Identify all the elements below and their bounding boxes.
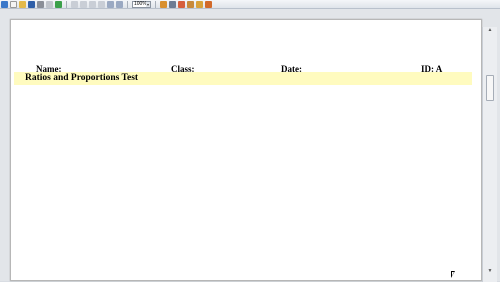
document-area: Name: Class: Date: ID: A Ratios and Prop… xyxy=(0,9,500,282)
scroll-up-icon[interactable]: ▲ xyxy=(486,27,494,33)
palette-icon[interactable] xyxy=(178,0,185,8)
edit-icon[interactable] xyxy=(1,0,8,8)
format-icon[interactable] xyxy=(160,0,167,8)
grid-icon[interactable] xyxy=(116,0,123,8)
mouse-cursor-icon xyxy=(451,271,455,278)
undo-icon[interactable] xyxy=(71,0,78,8)
document-page[interactable]: Name: Class: Date: ID: A xyxy=(10,19,482,281)
list-icon[interactable] xyxy=(169,0,176,8)
gear-icon[interactable] xyxy=(196,0,203,8)
help-icon[interactable] xyxy=(205,0,212,8)
new-document-icon[interactable] xyxy=(10,0,17,8)
chevron-down-icon: ▾ xyxy=(146,1,150,7)
vertical-scrollbar[interactable]: ▲ ▼ xyxy=(482,27,497,282)
toolbar-separator xyxy=(155,0,156,8)
save-icon[interactable] xyxy=(28,0,35,8)
toolbar-separator xyxy=(127,0,128,8)
redo-icon[interactable] xyxy=(80,0,87,8)
toolbar-separator xyxy=(66,0,67,8)
zoom-select[interactable]: 100% ▾ xyxy=(132,0,151,8)
test-title: Ratios and Proportions Test xyxy=(25,73,139,83)
print-icon[interactable] xyxy=(37,0,44,8)
cut-icon[interactable] xyxy=(46,0,53,8)
scroll-thumb[interactable] xyxy=(486,75,494,101)
paste-icon[interactable] xyxy=(98,0,105,8)
table-icon[interactable] xyxy=(107,0,114,8)
title-band: Ratios and Proportions Test xyxy=(14,72,472,85)
zoom-value: 100% xyxy=(134,0,147,7)
open-folder-icon[interactable] xyxy=(19,0,26,8)
toolbar: 100% ▾ xyxy=(0,0,500,9)
scroll-down-icon[interactable]: ▼ xyxy=(486,268,494,274)
copy-icon[interactable] xyxy=(89,0,96,8)
check-icon[interactable] xyxy=(55,0,62,8)
brush-icon[interactable] xyxy=(187,0,194,8)
